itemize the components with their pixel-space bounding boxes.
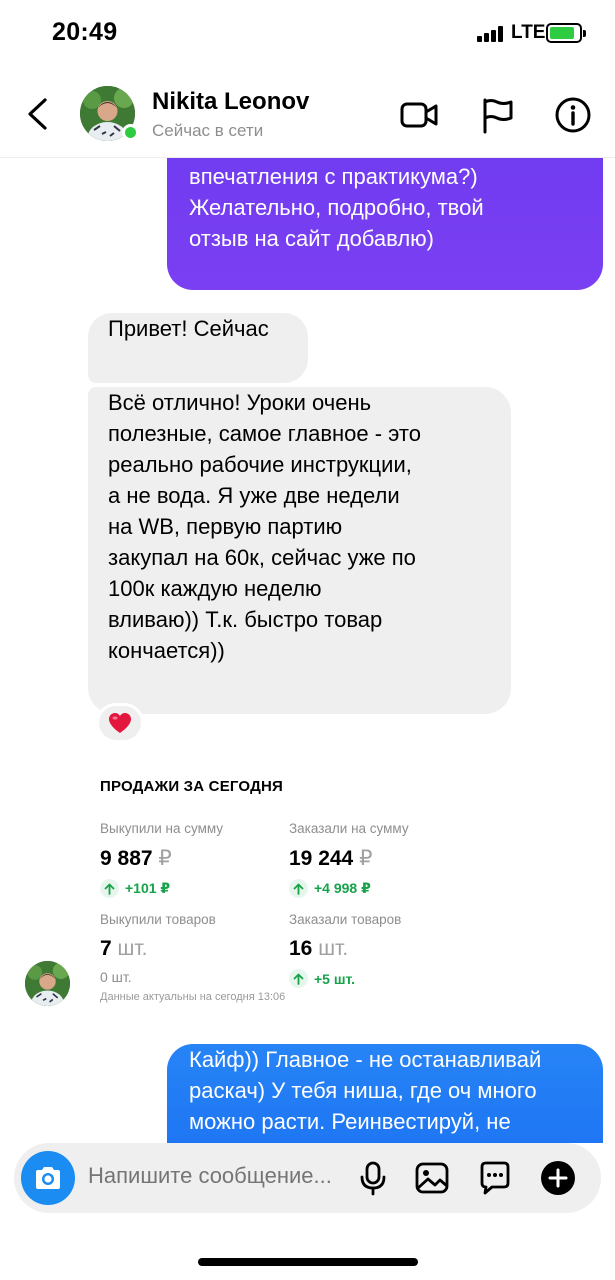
incoming-message[interactable]: Всё отлично! Уроки очень полезные, самое… [88, 387, 511, 714]
sales-title: ПРОДАЖИ ЗА СЕГОДНЯ [100, 778, 283, 795]
voice-message-button[interactable] [354, 1159, 392, 1197]
contact-name[interactable]: Nikita Leonov [152, 88, 309, 116]
sales-note: Данные актуальны на сегодня 13:06 [100, 991, 286, 1003]
report-button[interactable] [477, 94, 519, 136]
bought-sum-cell: Выкупили на сумму 9 887 ₽ +101 ₽ [100, 821, 290, 898]
chevron-left-icon [28, 98, 47, 130]
ordered-items-label: Заказали товаров [289, 912, 402, 927]
ordered-items-value: 16 шт. [289, 937, 349, 960]
message-text: Привет! Сейчас [108, 316, 269, 341]
video-camera-icon [400, 102, 438, 128]
bought-items-delta: 0 шт. [100, 969, 132, 985]
signal-icon [477, 26, 505, 42]
sender-avatar[interactable] [25, 961, 70, 1006]
message-input[interactable] [88, 1163, 358, 1189]
more-options-button[interactable] [539, 1159, 577, 1197]
arrow-up-icon [289, 969, 308, 988]
status-time: 20:49 [52, 18, 118, 46]
message-reaction[interactable]: ❤️ [96, 703, 144, 743]
bought-items-label: Выкупили товаров [100, 912, 216, 927]
gallery-button[interactable] [413, 1159, 451, 1197]
arrow-up-icon [100, 879, 119, 898]
incoming-message[interactable]: Привет! Сейчас [88, 313, 308, 383]
ordered-sum-cell: Заказали на сумму 19 244 ₽ +4 998 ₽ [289, 821, 479, 898]
online-status-dot [122, 124, 139, 141]
message-text: Кайф)) Главное - не останавливай раскач)… [189, 1047, 542, 1134]
bought-sum-label: Выкупили на сумму [100, 821, 224, 836]
sales-card[interactable]: ПРОДАЖИ ЗА СЕГОДНЯ Выкупили на сумму 9 8… [100, 768, 520, 1008]
video-call-button[interactable] [398, 94, 440, 136]
message-thread[interactable]: Привет) Расскажешь про свои впечатления … [0, 158, 615, 1143]
status-bar: 20:49 LTE [0, 0, 615, 70]
bought-sum-value: 9 887 ₽ [100, 847, 172, 870]
camera-icon [36, 1167, 60, 1189]
back-button[interactable] [18, 92, 58, 136]
info-button[interactable] [552, 94, 594, 136]
message-text: Привет) Расскажешь про свои впечатления … [189, 164, 484, 251]
battery-icon [546, 23, 586, 43]
bought-items-value: 7 шт. [100, 937, 148, 960]
ordered-sum-label: Заказали на сумму [289, 821, 409, 836]
home-indicator[interactable] [198, 1258, 418, 1266]
chat-bubble-icon [480, 1161, 510, 1195]
bought-items-cell: Выкупили товаров 7 шт. 0 шт. [100, 912, 290, 985]
image-icon [415, 1162, 449, 1194]
microphone-icon [360, 1161, 386, 1196]
message-composer [14, 1143, 601, 1213]
network-type: LTE [511, 22, 546, 43]
info-icon [555, 97, 591, 133]
chat-header: Nikita Leonov Сейчас в сети [0, 70, 615, 158]
message-text: Всё отлично! Уроки очень полезные, самое… [108, 390, 421, 663]
contact-status: Сейчас в сети [152, 121, 264, 140]
bought-sum-delta: +101 ₽ [100, 879, 290, 898]
sticker-button[interactable] [476, 1159, 514, 1197]
camera-button[interactable] [21, 1151, 75, 1205]
ordered-items-cell: Заказали товаров 16 шт. +5 шт. [289, 912, 479, 988]
ordered-sum-delta: +4 998 ₽ [289, 879, 479, 898]
outgoing-message[interactable]: Привет) Расскажешь про свои впечатления … [167, 158, 603, 290]
ordered-items-delta: +5 шт. [289, 969, 479, 988]
ordered-sum-value: 19 244 ₽ [289, 847, 373, 870]
arrow-up-icon [289, 879, 308, 898]
flag-icon [483, 98, 513, 134]
plus-circle-icon [541, 1161, 575, 1195]
heart-icon [109, 713, 131, 733]
outgoing-message[interactable]: Кайф)) Главное - не останавливай раскач)… [167, 1044, 603, 1143]
